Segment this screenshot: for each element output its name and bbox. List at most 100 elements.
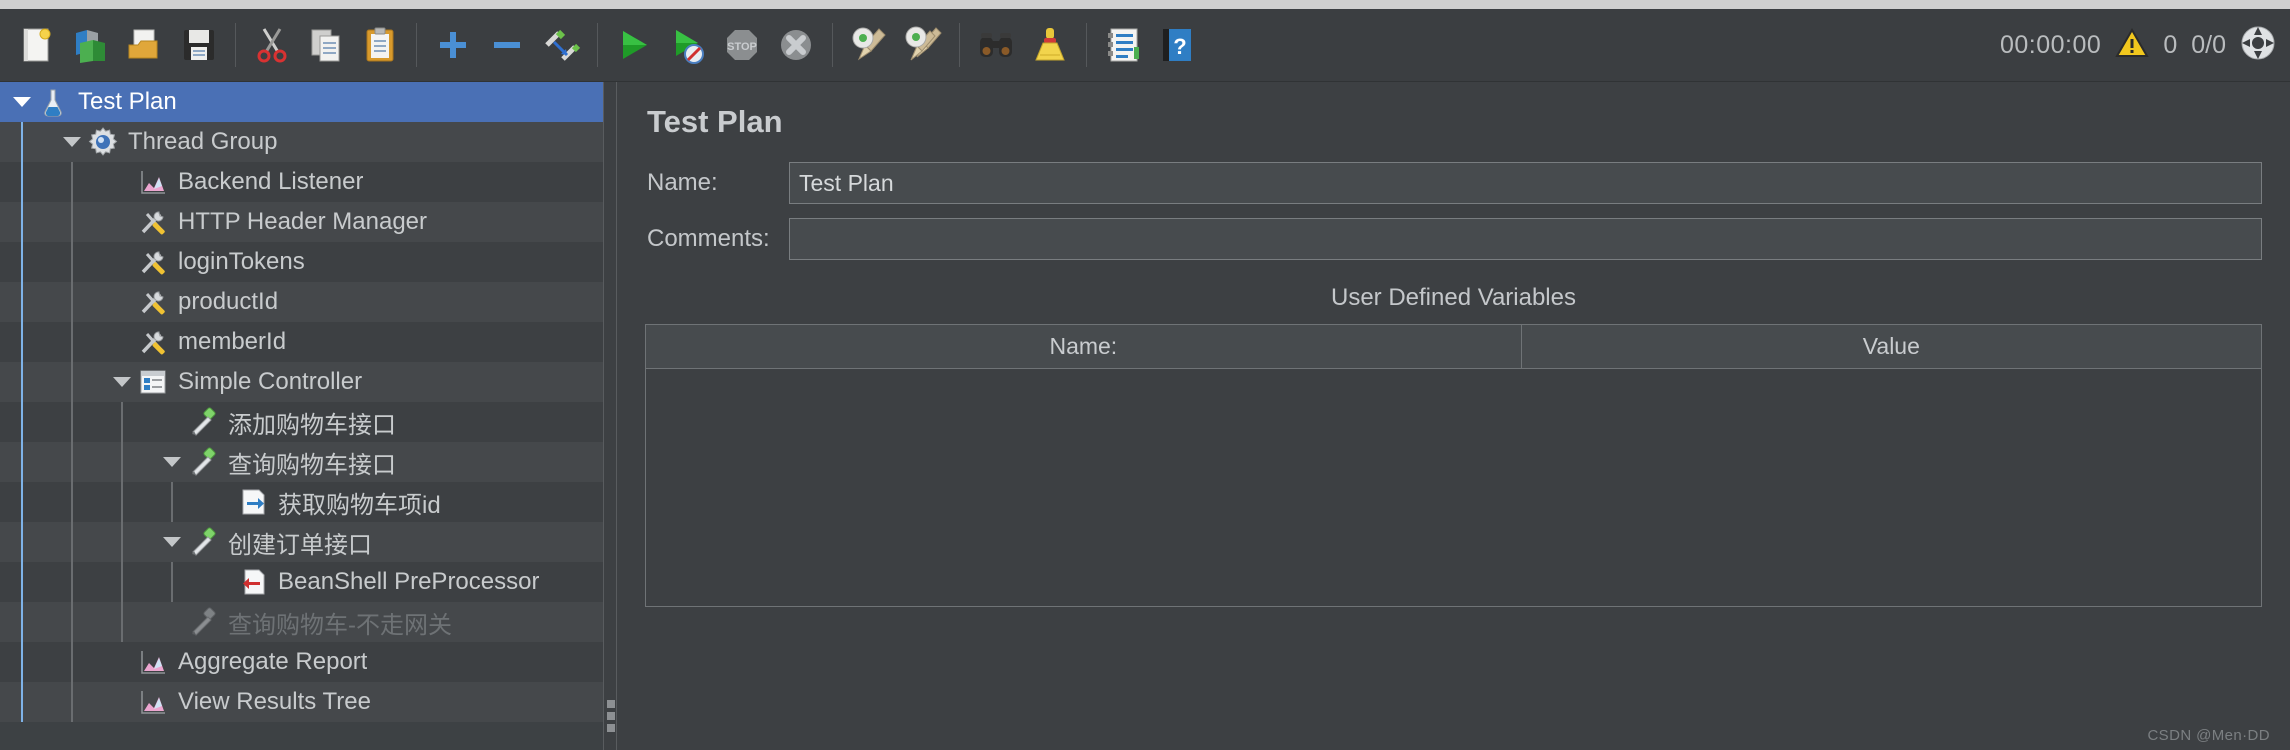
chevron-down-icon[interactable] — [158, 442, 186, 482]
config-tools-icon — [136, 325, 170, 359]
shutdown-button[interactable] — [769, 18, 823, 72]
test-plan-editor-panel: Test Plan Name: Comments: User Defined V… — [617, 82, 2290, 750]
listener-chart-icon — [136, 685, 170, 719]
toolbar-group-help: ? — [1096, 18, 1204, 72]
chevron-down-icon[interactable] — [58, 122, 86, 162]
comments-field-row: Comments: — [645, 218, 2262, 260]
clear-all-button[interactable] — [896, 18, 950, 72]
search-button[interactable] — [969, 18, 1023, 72]
comments-input[interactable] — [789, 218, 2262, 260]
warning-count: 0 — [2163, 31, 2178, 59]
jmeter-window: STOP ? 00:00:00 0 0/0 Test Plan Thread G… — [0, 0, 2290, 750]
config-tools-icon — [136, 205, 170, 239]
chevron-down-icon[interactable] — [8, 82, 36, 122]
tree-twisty-placeholder — [108, 642, 136, 682]
user-defined-variables-body[interactable] — [645, 369, 2262, 607]
copy-button[interactable] — [299, 18, 353, 72]
name-input[interactable] — [789, 162, 2262, 204]
clear-button[interactable] — [842, 18, 896, 72]
tree-item-2[interactable]: Backend Listener — [0, 162, 603, 202]
start-button[interactable] — [607, 18, 661, 72]
tree-twisty-placeholder — [108, 682, 136, 722]
name-field-row: Name: — [645, 162, 2262, 204]
toolbar-separator — [235, 23, 236, 67]
cut-button[interactable] — [245, 18, 299, 72]
tree-item-9[interactable]: 查询购物车接口 — [0, 442, 603, 482]
tree-item-11[interactable]: 创建订单接口 — [0, 522, 603, 562]
stop-button[interactable]: STOP — [715, 18, 769, 72]
watermark: CSDN @Men·DD — [2147, 727, 2270, 744]
tree-item-label: HTTP Header Manager — [178, 208, 427, 235]
divider-grip[interactable] — [607, 700, 615, 736]
pre-processor-icon — [236, 565, 270, 599]
svg-text:STOP: STOP — [727, 41, 757, 53]
tree-item-label: 查询购物车-不走网关 — [228, 611, 452, 639]
tree-item-15[interactable]: View Results Tree — [0, 682, 603, 722]
thread-count: 0/0 — [2191, 31, 2226, 59]
connection-status-icon[interactable] — [2240, 25, 2276, 66]
tree-item-label: productId — [178, 288, 279, 315]
http-sampler-pipette-icon — [186, 405, 220, 439]
tree-item-label: Aggregate Report — [178, 648, 368, 675]
tree-item-8[interactable]: 添加购物车接口 — [0, 402, 603, 442]
page-title: Test Plan — [647, 104, 783, 139]
tree-item-7[interactable]: Simple Controller — [0, 362, 603, 402]
save-button[interactable] — [172, 18, 226, 72]
expand-all-button[interactable] — [426, 18, 480, 72]
user-defined-variables-table[interactable]: Name: Value — [645, 324, 2262, 369]
tree-item-0[interactable]: Test Plan — [0, 82, 603, 122]
user-defined-variables-title: User Defined Variables — [1330, 284, 1576, 311]
tree-item-label: Test Plan — [78, 88, 177, 115]
tree-item-label: View Results Tree — [178, 688, 371, 715]
toolbar-group-search — [969, 18, 1077, 72]
column-header-name[interactable]: Name: — [645, 324, 1522, 369]
tree-item-label: Simple Controller — [178, 368, 363, 395]
new-button[interactable] — [10, 18, 64, 72]
toolbar-group-run: STOP — [607, 18, 823, 72]
tree-item-1[interactable]: Thread Group — [0, 122, 603, 162]
open-button[interactable] — [118, 18, 172, 72]
tree-item-4[interactable]: loginTokens — [0, 242, 603, 282]
http-sampler-pipette-icon — [186, 445, 220, 479]
tree-item-3[interactable]: HTTP Header Manager — [0, 202, 603, 242]
tree-item-10[interactable]: 获取购物车项id — [0, 482, 603, 522]
paste-button[interactable] — [353, 18, 407, 72]
main-toolbar: STOP ? 00:00:00 0 0/0 — [0, 9, 2290, 82]
start-no-pauses-button[interactable] — [661, 18, 715, 72]
tree-twisty-placeholder — [208, 562, 236, 602]
templates-button[interactable] — [64, 18, 118, 72]
test-plan-tree[interactable]: Test Plan Thread Group Backend Listener HTT… — [0, 82, 603, 722]
collapse-all-button[interactable] — [480, 18, 534, 72]
split-divider[interactable] — [603, 82, 617, 750]
tree-item-13[interactable]: 查询购物车-不走网关 — [0, 602, 603, 642]
toolbar-separator — [832, 23, 833, 67]
function-helper-button[interactable] — [1096, 18, 1150, 72]
tree-twisty-placeholder — [108, 162, 136, 202]
tree-item-12[interactable]: BeanShell PreProcessor — [0, 562, 603, 602]
tree-item-6[interactable]: memberId — [0, 322, 603, 362]
tree-item-label: Backend Listener — [178, 168, 364, 195]
config-tools-icon — [136, 285, 170, 319]
toolbar-separator — [959, 23, 960, 67]
tree-twisty-placeholder — [108, 322, 136, 362]
tree-twisty-placeholder — [108, 282, 136, 322]
toggle-button[interactable] — [534, 18, 588, 72]
tree-item-5[interactable]: productId — [0, 282, 603, 322]
help-button[interactable]: ? — [1150, 18, 1204, 72]
test-plan-tree-panel[interactable]: Test Plan Thread Group Backend Listener HTT… — [0, 82, 603, 750]
table-header-row: Name: Value — [645, 324, 2262, 369]
toolbar-status-area: 00:00:00 0 0/0 — [2000, 9, 2276, 82]
warning-triangle-icon[interactable] — [2115, 27, 2150, 64]
tree-twisty-placeholder — [108, 202, 136, 242]
reset-search-button[interactable] — [1023, 18, 1077, 72]
tree-item-label: loginTokens — [178, 248, 305, 275]
tree-item-14[interactable]: Aggregate Report — [0, 642, 603, 682]
chevron-down-icon[interactable] — [108, 362, 136, 402]
toolbar-group-edit — [245, 18, 407, 72]
column-header-value[interactable]: Value — [1521, 324, 2262, 369]
chevron-down-icon[interactable] — [158, 522, 186, 562]
